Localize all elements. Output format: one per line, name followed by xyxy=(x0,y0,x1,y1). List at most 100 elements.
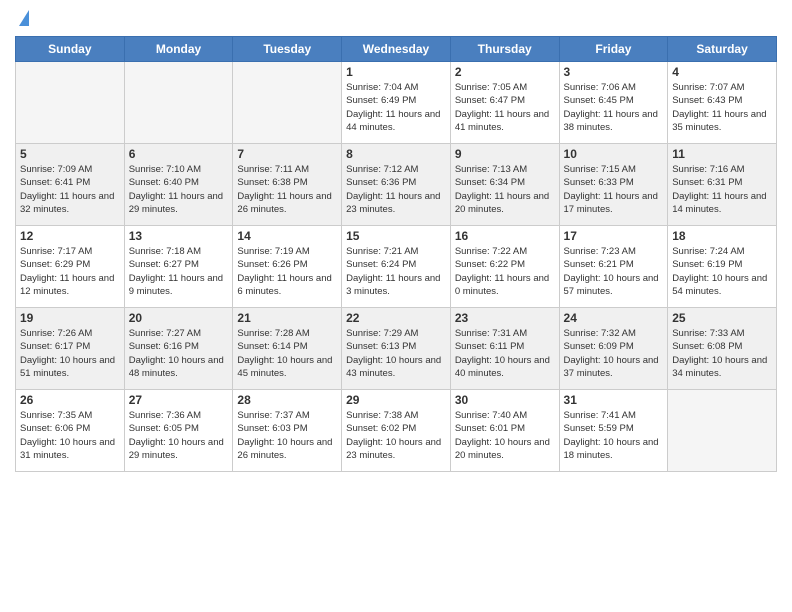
day-cell: 16Sunrise: 7:22 AM Sunset: 6:22 PM Dayli… xyxy=(450,226,559,308)
day-cell: 8 Sunrise: 7:12 AM Sunset: 6:36 PM Daylig… xyxy=(342,144,451,226)
calendar: SundayMondayTuesdayWednesdayThursdayFrid… xyxy=(15,36,777,472)
day-number: 10 xyxy=(564,147,664,161)
day-info: Sunrise: 7:13 AM Sunset: 6:34 PM Dayligh… xyxy=(455,163,555,216)
day-info: Sunrise: 7:26 AM Sunset: 6:17 PM Dayligh… xyxy=(20,327,120,380)
day-number: 29 xyxy=(346,393,446,407)
day-header-saturday: Saturday xyxy=(668,37,777,62)
day-info: Sunrise: 7:11 AM Sunset: 6:38 PM Dayligh… xyxy=(237,163,337,216)
day-cell: 13 Sunrise: 7:18 AM Sunset: 6:27 PM Dayli… xyxy=(124,226,233,308)
day-number: 27 xyxy=(129,393,229,407)
day-info: Sunrise: 7:05 AM Sunset: 6:47 PM Dayligh… xyxy=(455,81,555,134)
day-info: Sunrise: 7:04 AM Sunset: 6:49 PM Dayligh… xyxy=(346,81,446,134)
day-cell xyxy=(16,62,125,144)
day-info: Sunrise: 7:09 AM Sunset: 6:41 PM Dayligh… xyxy=(20,163,120,216)
header-row: SundayMondayTuesdayWednesdayThursdayFrid… xyxy=(16,37,777,62)
day-number: 19 xyxy=(20,311,120,325)
day-cell: 6 Sunrise: 7:10 AM Sunset: 6:40 PM Daylig… xyxy=(124,144,233,226)
day-cell: 28 Sunrise: 7:37 AM Sunset: 6:03 PM Dayli… xyxy=(233,390,342,472)
day-cell: 5 Sunrise: 7:09 AM Sunset: 6:41 PM Daylig… xyxy=(16,144,125,226)
day-number: 12 xyxy=(20,229,120,243)
day-cell: 1 Sunrise: 7:04 AM Sunset: 6:49 PM Daylig… xyxy=(342,62,451,144)
day-cell: 29 Sunrise: 7:38 AM Sunset: 6:02 PM Dayli… xyxy=(342,390,451,472)
week-row-1: 1 Sunrise: 7:04 AM Sunset: 6:49 PM Daylig… xyxy=(16,62,777,144)
day-info: Sunrise: 7:37 AM Sunset: 6:03 PM Dayligh… xyxy=(237,409,337,462)
day-number: 28 xyxy=(237,393,337,407)
day-number: 6 xyxy=(129,147,229,161)
day-cell: 4 Sunrise: 7:07 AM Sunset: 6:43 PM Daylig… xyxy=(668,62,777,144)
day-cell xyxy=(124,62,233,144)
day-number: 30 xyxy=(455,393,555,407)
day-header-sunday: Sunday xyxy=(16,37,125,62)
day-cell: 15 Sunrise: 7:21 AM Sunset: 6:24 PM Dayli… xyxy=(342,226,451,308)
day-info: Sunrise: 7:18 AM Sunset: 6:27 PM Dayligh… xyxy=(129,245,229,298)
day-number: 24 xyxy=(564,311,664,325)
day-cell: 27 Sunrise: 7:36 AM Sunset: 6:05 PM Dayli… xyxy=(124,390,233,472)
day-info: Sunrise: 7:33 AM Sunset: 6:08 PM Dayligh… xyxy=(672,327,772,380)
day-cell: 12 Sunrise: 7:17 AM Sunset: 6:29 PM Dayli… xyxy=(16,226,125,308)
day-cell: 14 Sunrise: 7:19 AM Sunset: 6:26 PM Dayli… xyxy=(233,226,342,308)
day-cell: 2 Sunrise: 7:05 AM Sunset: 6:47 PM Daylig… xyxy=(450,62,559,144)
day-info: Sunrise: 7:21 AM Sunset: 6:24 PM Dayligh… xyxy=(346,245,446,298)
day-number: 7 xyxy=(237,147,337,161)
day-cell: 9 Sunrise: 7:13 AM Sunset: 6:34 PM Daylig… xyxy=(450,144,559,226)
day-number: 5 xyxy=(20,147,120,161)
day-info: Sunrise: 7:32 AM Sunset: 6:09 PM Dayligh… xyxy=(564,327,664,380)
week-row-2: 5 Sunrise: 7:09 AM Sunset: 6:41 PM Daylig… xyxy=(16,144,777,226)
day-info: Sunrise: 7:07 AM Sunset: 6:43 PM Dayligh… xyxy=(672,81,772,134)
day-cell: 7 Sunrise: 7:11 AM Sunset: 6:38 PM Daylig… xyxy=(233,144,342,226)
day-info: Sunrise: 7:10 AM Sunset: 6:40 PM Dayligh… xyxy=(129,163,229,216)
day-info: Sunrise: 7:15 AM Sunset: 6:33 PM Dayligh… xyxy=(564,163,664,216)
day-info: Sunrise: 7:24 AM Sunset: 6:19 PM Dayligh… xyxy=(672,245,772,298)
day-cell: 23Sunrise: 7:31 AM Sunset: 6:11 PM Dayli… xyxy=(450,308,559,390)
day-number: 17 xyxy=(564,229,664,243)
day-cell: 10 Sunrise: 7:15 AM Sunset: 6:33 PM Dayli… xyxy=(559,144,668,226)
day-cell: 24 Sunrise: 7:32 AM Sunset: 6:09 PM Dayli… xyxy=(559,308,668,390)
day-cell: 30 Sunrise: 7:40 AM Sunset: 6:01 PM Dayli… xyxy=(450,390,559,472)
day-number: 9 xyxy=(455,147,555,161)
day-cell: 3 Sunrise: 7:06 AM Sunset: 6:45 PM Daylig… xyxy=(559,62,668,144)
day-cell xyxy=(233,62,342,144)
day-number: 25 xyxy=(672,311,772,325)
day-header-wednesday: Wednesday xyxy=(342,37,451,62)
day-number: 14 xyxy=(237,229,337,243)
page: SundayMondayTuesdayWednesdayThursdayFrid… xyxy=(0,0,792,612)
day-info: Sunrise: 7:16 AM Sunset: 6:31 PM Dayligh… xyxy=(672,163,772,216)
day-info: Sunrise: 7:40 AM Sunset: 6:01 PM Dayligh… xyxy=(455,409,555,462)
logo-triangle-icon xyxy=(19,10,29,26)
day-info: Sunrise: 7:19 AM Sunset: 6:26 PM Dayligh… xyxy=(237,245,337,298)
day-number: 3 xyxy=(564,65,664,79)
day-number: 1 xyxy=(346,65,446,79)
day-number: 15 xyxy=(346,229,446,243)
day-info: Sunrise: 7:31 AM Sunset: 6:11 PM Dayligh… xyxy=(455,327,555,380)
logo xyxy=(15,10,29,28)
day-info: Sunrise: 7:38 AM Sunset: 6:02 PM Dayligh… xyxy=(346,409,446,462)
day-header-tuesday: Tuesday xyxy=(233,37,342,62)
week-row-5: 26 Sunrise: 7:35 AM Sunset: 6:06 PM Dayli… xyxy=(16,390,777,472)
day-info: Sunrise: 7:35 AM Sunset: 6:06 PM Dayligh… xyxy=(20,409,120,462)
day-info: Sunrise: 7:12 AM Sunset: 6:36 PM Dayligh… xyxy=(346,163,446,216)
week-row-4: 19 Sunrise: 7:26 AM Sunset: 6:17 PM Dayli… xyxy=(16,308,777,390)
day-info: Sunrise: 7:36 AM Sunset: 6:05 PM Dayligh… xyxy=(129,409,229,462)
day-number: 13 xyxy=(129,229,229,243)
day-number: 18 xyxy=(672,229,772,243)
day-info: Sunrise: 7:17 AM Sunset: 6:29 PM Dayligh… xyxy=(20,245,120,298)
day-cell: 17Sunrise: 7:23 AM Sunset: 6:21 PM Dayli… xyxy=(559,226,668,308)
day-info: Sunrise: 7:28 AM Sunset: 6:14 PM Dayligh… xyxy=(237,327,337,380)
day-number: 11 xyxy=(672,147,772,161)
day-cell: 18 Sunrise: 7:24 AM Sunset: 6:19 PM Dayli… xyxy=(668,226,777,308)
day-number: 26 xyxy=(20,393,120,407)
day-cell: 20Sunrise: 7:27 AM Sunset: 6:16 PM Dayli… xyxy=(124,308,233,390)
week-row-3: 12 Sunrise: 7:17 AM Sunset: 6:29 PM Dayli… xyxy=(16,226,777,308)
day-number: 20 xyxy=(129,311,229,325)
day-number: 2 xyxy=(455,65,555,79)
day-number: 4 xyxy=(672,65,772,79)
day-number: 31 xyxy=(564,393,664,407)
day-cell: 26 Sunrise: 7:35 AM Sunset: 6:06 PM Dayli… xyxy=(16,390,125,472)
day-number: 8 xyxy=(346,147,446,161)
day-number: 22 xyxy=(346,311,446,325)
day-cell: 19 Sunrise: 7:26 AM Sunset: 6:17 PM Dayli… xyxy=(16,308,125,390)
header xyxy=(15,10,777,28)
day-cell xyxy=(668,390,777,472)
day-cell: 25 Sunrise: 7:33 AM Sunset: 6:08 PM Dayli… xyxy=(668,308,777,390)
day-info: Sunrise: 7:06 AM Sunset: 6:45 PM Dayligh… xyxy=(564,81,664,134)
